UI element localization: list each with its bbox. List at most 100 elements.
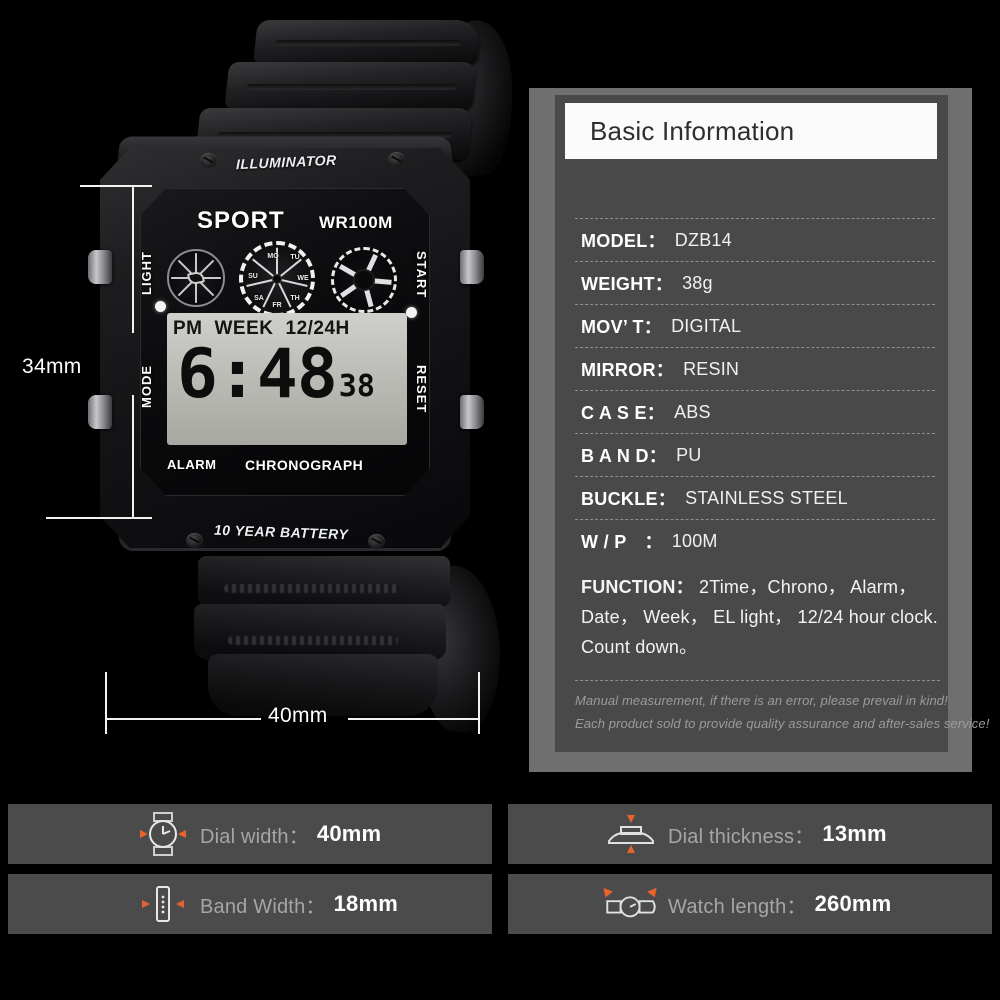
lcd-seconds: 38 [338,368,375,404]
dim-height-line-lower [132,395,134,519]
bezel-screw-icon [200,153,217,168]
spec-row: MIRROR： RESIN [575,347,935,390]
dial-dot-left [155,301,166,312]
measurement-bars: Dial width： 40mm Band Width： 18mm Dial t… [0,800,1000,940]
measurement-bar-watch-length: Watch length： 260mm [508,874,992,934]
spec-value: RESIN [683,358,740,379]
strap-lower [176,556,496,734]
watch-dial: SPORT WR100M LIGHT MODE START RESET MO T… [140,188,430,496]
function-line-1: FUNCTION： 2Time，Chrono， Alarm， [575,572,937,602]
spec-value: DZB14 [674,229,732,250]
spec-panel-header: Basic Information [565,103,937,159]
strap-segment [198,556,450,608]
dim-width-tick-right [478,672,480,734]
spec-value: PU [676,444,702,465]
spec-key: MOV’ T： [581,317,663,337]
strap-texture [224,584,400,593]
spec-row: C A S E： ABS [575,390,935,433]
spec-key: C A S E： [581,403,666,423]
spec-key: MIRROR： [581,360,675,380]
dial-water-resistance-text: WR100M [319,213,393,232]
watch-dial-icon [126,811,200,857]
subdial-hub [272,274,282,284]
strap-texture [228,636,398,645]
measurement-bar-dial-width: Dial width： 40mm [8,804,492,864]
dial-text-chronograph: CHRONOGRAPH [245,457,364,473]
function-line-3: Count down。 [581,637,698,657]
dial-label-reset: RESET [414,365,429,414]
bar-value: 13mm [822,821,887,846]
strap-segment [194,604,446,660]
bar-value: 18mm [333,891,398,916]
measurement-bar-dial-thickness: Dial thickness： 13mm [508,804,992,864]
dial-label-mode: MODE [139,365,154,408]
dim-tick-top [80,185,152,187]
spec-value: 100M [671,530,718,551]
spec-function-block: FUNCTION： 2Time，Chrono， Alarm， Date， Wee… [575,572,938,662]
spec-value: STAINLESS STEEL [685,487,848,508]
spec-key: WEIGHT： [581,274,674,294]
bar-value: 40mm [316,821,382,846]
dim-height-label: 34mm [22,355,82,378]
pusher-mode [88,395,112,429]
subdial-weekday: MO TU WE TH FR SA SU [239,241,315,317]
bar-label: Watch length： [668,895,807,918]
lcd-main-row: 6:48 38 [177,335,399,414]
subdial-alarm [167,249,225,307]
weekday-label: FR [272,302,282,309]
watch-length-icon [594,881,668,927]
spec-key: W / P ： [581,532,663,552]
subdial-hub [353,269,375,291]
dim-width-line-right [348,718,480,720]
bar-label: Dial width： [200,825,309,848]
lcd-time: 6:48 [177,335,338,414]
spec-key: BUCKLE： [581,489,677,509]
spec-row: MODEL： DZB14 [575,218,935,261]
weekday-label: SU [248,273,258,280]
dim-height-line-upper [132,185,134,333]
spec-key: B A N D： [581,446,668,466]
bar-label: Band Width： [200,895,326,918]
spec-table: MODEL： DZB14 WEIGHT： 38g MOV’ T： DIGITAL… [575,218,935,562]
bezel-screw-icon [388,152,405,167]
pusher-reset [460,395,484,429]
watch-band-icon [126,881,200,927]
bezel-screw-icon [186,533,203,548]
weekday-label: SA [254,295,264,302]
spec-value: 38g [682,272,713,293]
disclaimer-line: Each product sold to provide quality ass… [575,716,990,731]
spec-row: MOV’ T： DIGITAL [575,304,935,347]
product-infographic: ILLUMINATOR 10 YEAR BATTERY SPORT WR100M… [0,0,1000,1000]
weekday-label: TH [290,295,300,302]
weekday-label: TU [290,254,300,261]
function-value-1: 2Time，Chrono， Alarm， [699,577,917,597]
bezel-screw-icon [368,534,385,549]
spec-value: ABS [674,401,711,422]
pusher-light [88,250,112,284]
strap-groove [246,84,457,90]
dim-width-tick-left [105,672,107,734]
dial-dot-right [406,307,417,318]
disclaimer-line: Manual measurement, if there is an error… [575,693,948,708]
bar-label: Dial thickness： [668,825,815,848]
spec-value: DIGITAL [671,315,742,336]
dial-text-alarm: ALARM [167,457,217,472]
dial-brand-text: SPORT [197,207,285,234]
dim-tick-bottom [46,517,152,519]
dim-width-label: 40mm [268,704,328,727]
dim-width-line-left [105,718,261,720]
dial-label-start: START [414,251,429,299]
subdial-chronograph [331,247,397,313]
spec-panel-title: Basic Information [590,115,795,146]
spec-row: W / P ： 100M [575,519,935,562]
strap-groove [274,40,462,46]
watch-profile-icon [594,811,668,857]
spec-key: MODEL： [581,231,666,251]
spec-disclaimer: Manual measurement, if there is an error… [575,680,990,735]
watch-product-photo: ILLUMINATOR 10 YEAR BATTERY SPORT WR100M… [0,0,520,790]
weekday-label: WE [297,275,309,282]
bar-value: 260mm [814,891,892,916]
pusher-start [460,250,484,284]
spec-row: BUCKLE： STAINLESS STEEL [575,476,935,519]
spec-row: B A N D： PU [575,433,935,476]
